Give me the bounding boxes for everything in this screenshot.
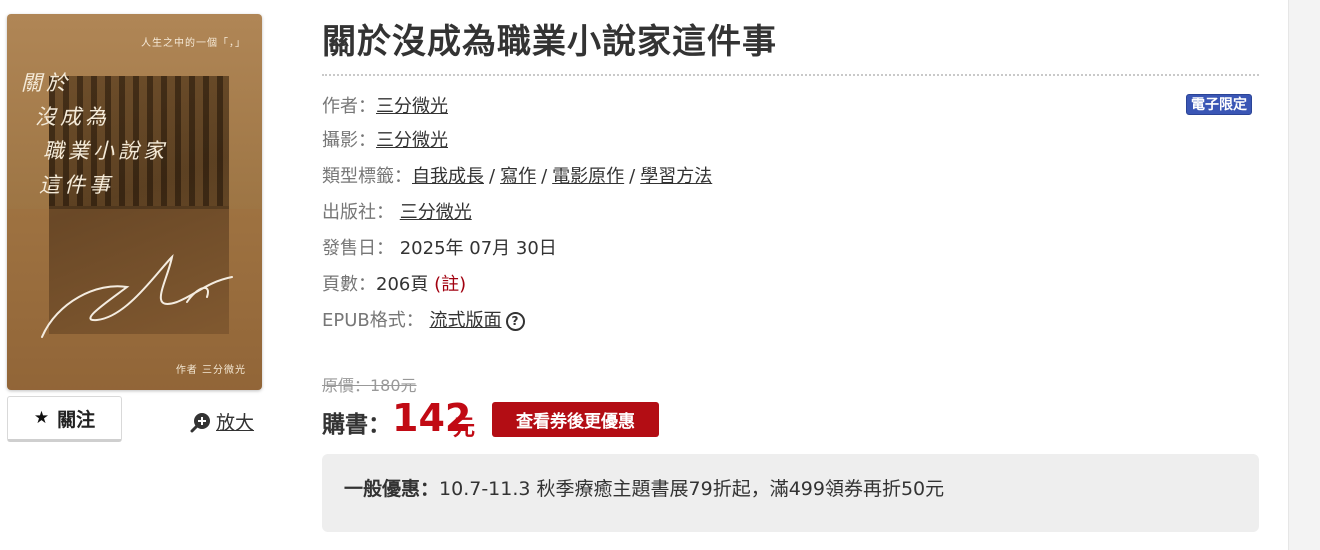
tag-separator: / [489, 166, 496, 187]
tag-separator: / [629, 166, 636, 187]
promo-text-line: 一般優惠：10.7-11.3 秋季療癒主題書展79折起，滿499領券再折50元 [344, 474, 944, 501]
promo-box: 一般優惠：10.7-11.3 秋季療癒主題書展79折起，滿499領券再折50元 [322, 454, 1259, 532]
original-price: 原價：180元 [322, 376, 417, 395]
tag-link[interactable]: 寫作 [500, 166, 536, 187]
pages-row: 頁數：206頁 (註) [322, 270, 466, 296]
follow-label: 關注 [57, 408, 96, 431]
tag-link[interactable]: 自我成長 [412, 166, 484, 187]
cover-title-line: 沒成為 [35, 105, 110, 129]
follow-button[interactable]: ★ 關注 [7, 396, 122, 442]
photographer-row: 攝影：三分微光 [322, 126, 448, 152]
author-link[interactable]: 三分微光 [376, 96, 448, 117]
cover-title: 關於 沒成為 職業小說家 這件事 [21, 66, 221, 202]
release-date-row: 發售日： 2025年 07月 30日 [322, 234, 557, 260]
tags-row: 類型標籤：自我成長 / 寫作 / 電影原作 / 學習方法 [322, 162, 712, 188]
tag-separator: / [541, 166, 548, 187]
pages-note-link[interactable]: (註) [434, 274, 466, 295]
zoom-in-icon [190, 412, 210, 432]
title-divider [322, 74, 1259, 76]
promo-text: 10.7-11.3 秋季療癒主題書展79折起，滿499領券再折50元 [439, 478, 945, 500]
star-icon: ★ [33, 408, 50, 428]
tag-link[interactable]: 學習方法 [640, 166, 712, 187]
format-row: EPUB格式： 流式版面? [322, 306, 525, 332]
tags-label: 類型標籤： [322, 166, 412, 187]
publisher-row: 出版社： 三分微光 [322, 198, 472, 224]
photographer-link[interactable]: 三分微光 [376, 130, 448, 151]
zoom-link[interactable]: 放大 [190, 408, 254, 435]
zoom-label: 放大 [216, 412, 255, 434]
author-row: 作者：三分微光 [322, 92, 448, 118]
cover-tagline: 人生之中的一個「，」 [141, 38, 246, 49]
ebook-exclusive-badge: 電子限定 [1186, 94, 1252, 115]
publisher-label: 出版社： [322, 202, 394, 223]
author-label: 作者： [322, 96, 376, 117]
right-gutter [1288, 0, 1320, 550]
format-label: EPUB格式： [322, 310, 424, 331]
format-link[interactable]: 流式版面 [430, 310, 502, 331]
photographer-label: 攝影： [322, 130, 376, 151]
buy-label: 購書： [322, 412, 391, 438]
promo-label: 一般優惠： [344, 478, 440, 500]
cover-author: 作者 三分微光 [175, 365, 246, 376]
pages-value: 206頁 [376, 274, 429, 295]
pages-label: 頁數： [322, 274, 376, 295]
publisher-link[interactable]: 三分微光 [400, 202, 472, 223]
price-unit: 元 [453, 416, 476, 441]
signature-icon [41, 253, 233, 338]
question-circle-icon[interactable]: ? [505, 312, 525, 331]
cover-title-line: 關於 [21, 71, 71, 95]
book-title: 關於沒成為職業小說家這件事 [322, 22, 777, 62]
cover-title-line: 職業小說家 [43, 139, 168, 163]
book-cover[interactable]: 人生之中的一個「，」 關於 沒成為 職業小說家 這件事 作者 三分微光 [7, 14, 262, 390]
release-date-label: 發售日： [322, 238, 394, 259]
view-coupon-button[interactable]: 查看券後更優惠 [492, 402, 659, 437]
release-date-value: 2025年 07月 30日 [399, 238, 557, 259]
tag-link[interactable]: 電影原作 [552, 166, 624, 187]
cover-title-line: 這件事 [39, 173, 114, 197]
